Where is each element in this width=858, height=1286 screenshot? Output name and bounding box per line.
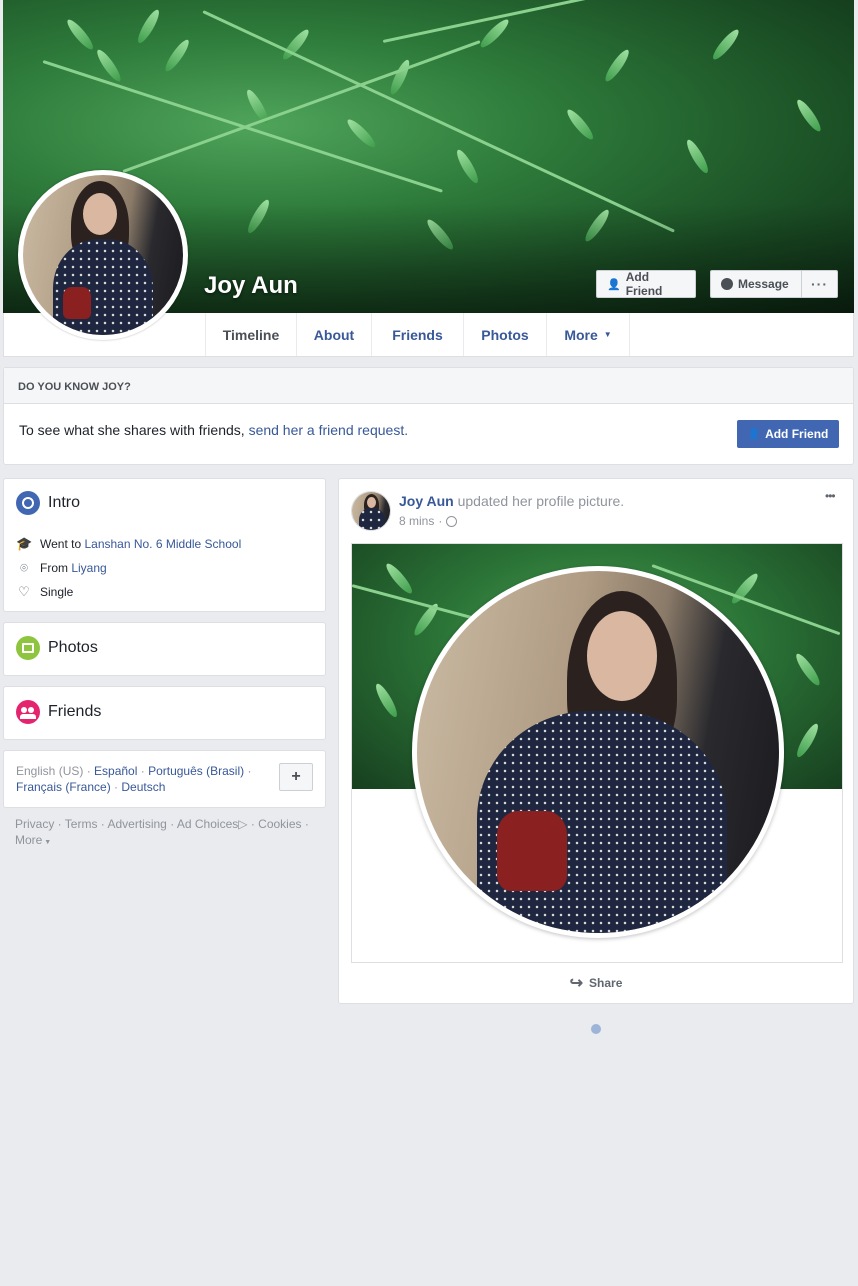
friends-icon	[16, 700, 40, 724]
friend-request-text: To see what she shares with friends, sen…	[19, 422, 409, 438]
more-options-button[interactable]: ···	[801, 270, 838, 298]
ad-choices-link[interactable]: Ad Choices	[177, 817, 238, 831]
more-link[interactable]: More	[15, 833, 42, 847]
post-author-link[interactable]: Joy Aun	[399, 493, 454, 509]
send-request-link[interactable]: send her a friend request.	[249, 422, 409, 438]
location-pin-icon: ⌾	[20, 560, 28, 575]
tab-label: About	[313, 326, 355, 343]
profile-picture-preview	[412, 566, 784, 938]
add-friend-button[interactable]: 👤 Add Friend	[596, 270, 696, 298]
post-media[interactable]	[351, 543, 843, 963]
tab-photos[interactable]: Photos	[464, 313, 547, 356]
friends-title: Friends	[48, 703, 102, 720]
language-card: English (US) · Español · Português (Bras…	[3, 750, 326, 808]
share-button[interactable]: ↪ Share	[339, 969, 853, 997]
share-label: Share	[589, 976, 623, 990]
current-language: English (US)	[16, 764, 84, 778]
tab-label: Friends	[392, 326, 443, 343]
tab-about[interactable]: About	[297, 313, 372, 356]
hometown-link[interactable]: Liyang	[71, 561, 106, 575]
tab-label: Photos	[481, 326, 529, 343]
school-link[interactable]: Lanshan No. 6 Middle School	[84, 537, 241, 551]
intro-card: Intro 🎓 Went to Lanshan No. 6 Middle Sch…	[3, 478, 326, 612]
language-link[interactable]: Español	[94, 764, 137, 778]
tab-timeline[interactable]: Timeline	[205, 313, 297, 356]
share-icon: ↪	[569, 975, 584, 992]
post-options-icon[interactable]: •••	[825, 489, 836, 503]
globe-icon	[446, 515, 458, 527]
photo-icon	[16, 636, 40, 660]
cookies-link[interactable]: Cookies	[258, 817, 301, 831]
loading-indicator	[591, 1024, 601, 1034]
advertising-link[interactable]: Advertising	[107, 817, 166, 831]
button-label: Add Friend	[765, 427, 829, 441]
relationship-row: ♡ Single	[16, 584, 73, 600]
photos-title: Photos	[48, 639, 98, 656]
language-link[interactable]: Deutsch	[121, 780, 165, 794]
privacy-link[interactable]: Privacy	[15, 817, 54, 831]
language-link[interactable]: Português (Brasil)	[148, 764, 244, 778]
tab-label: More	[564, 326, 598, 343]
messenger-icon	[721, 278, 733, 290]
graduation-cap-icon: 🎓	[16, 536, 33, 551]
add-friend-primary-button[interactable]: 👤 Add Friend	[737, 420, 839, 448]
ellipsis-icon: ···	[811, 276, 828, 292]
language-link[interactable]: Français (France)	[16, 780, 111, 794]
post-meta: 8 mins ·	[399, 514, 458, 528]
profile-picture[interactable]	[18, 170, 188, 340]
intro-title: Intro	[48, 494, 81, 511]
add-friend-label: Add Friend	[625, 270, 663, 298]
tab-label: Timeline	[222, 326, 280, 343]
profile-name[interactable]: Joy Aun	[204, 272, 298, 300]
globe-icon	[16, 491, 40, 515]
footer-links: Privacy · Terms · Advertising · Ad Choic…	[15, 817, 309, 847]
photos-card[interactable]: Photos	[3, 622, 326, 676]
plus-icon: +	[291, 768, 301, 785]
friends-card[interactable]: Friends	[3, 686, 326, 740]
message-label: Message	[738, 277, 789, 291]
ad-choices-icon: ▷	[238, 817, 248, 831]
tab-more[interactable]: More ▼	[547, 313, 630, 356]
education-row: 🎓 Went to Lanshan No. 6 Middle School	[16, 536, 242, 551]
friend-request-card: DO YOU KNOW JOY? To see what she shares …	[3, 367, 854, 465]
post-timestamp[interactable]: 8 mins	[399, 514, 434, 528]
add-language-button[interactable]: +	[279, 763, 313, 791]
timeline-post: Joy Aun updated her profile picture. 8 m…	[338, 478, 854, 1004]
post-header: Joy Aun updated her profile picture.	[399, 493, 625, 509]
add-friend-icon: 👤	[747, 428, 761, 440]
terms-link[interactable]: Terms	[65, 817, 98, 831]
tab-friends[interactable]: Friends	[372, 313, 464, 356]
post-author-avatar[interactable]	[351, 491, 391, 531]
add-friend-icon: 👤	[607, 278, 621, 291]
message-button[interactable]: Message	[710, 270, 802, 298]
card-heading: DO YOU KNOW JOY?	[4, 368, 853, 404]
relationship-status: Single	[40, 585, 74, 599]
heart-icon: ♡	[18, 584, 30, 599]
caret-down-icon: ▼	[42, 839, 52, 846]
caret-down-icon: ▼	[603, 330, 612, 339]
language-list: English (US) · Español · Português (Bras…	[16, 764, 252, 794]
hometown-row: ⌾ From Liyang	[16, 560, 107, 576]
